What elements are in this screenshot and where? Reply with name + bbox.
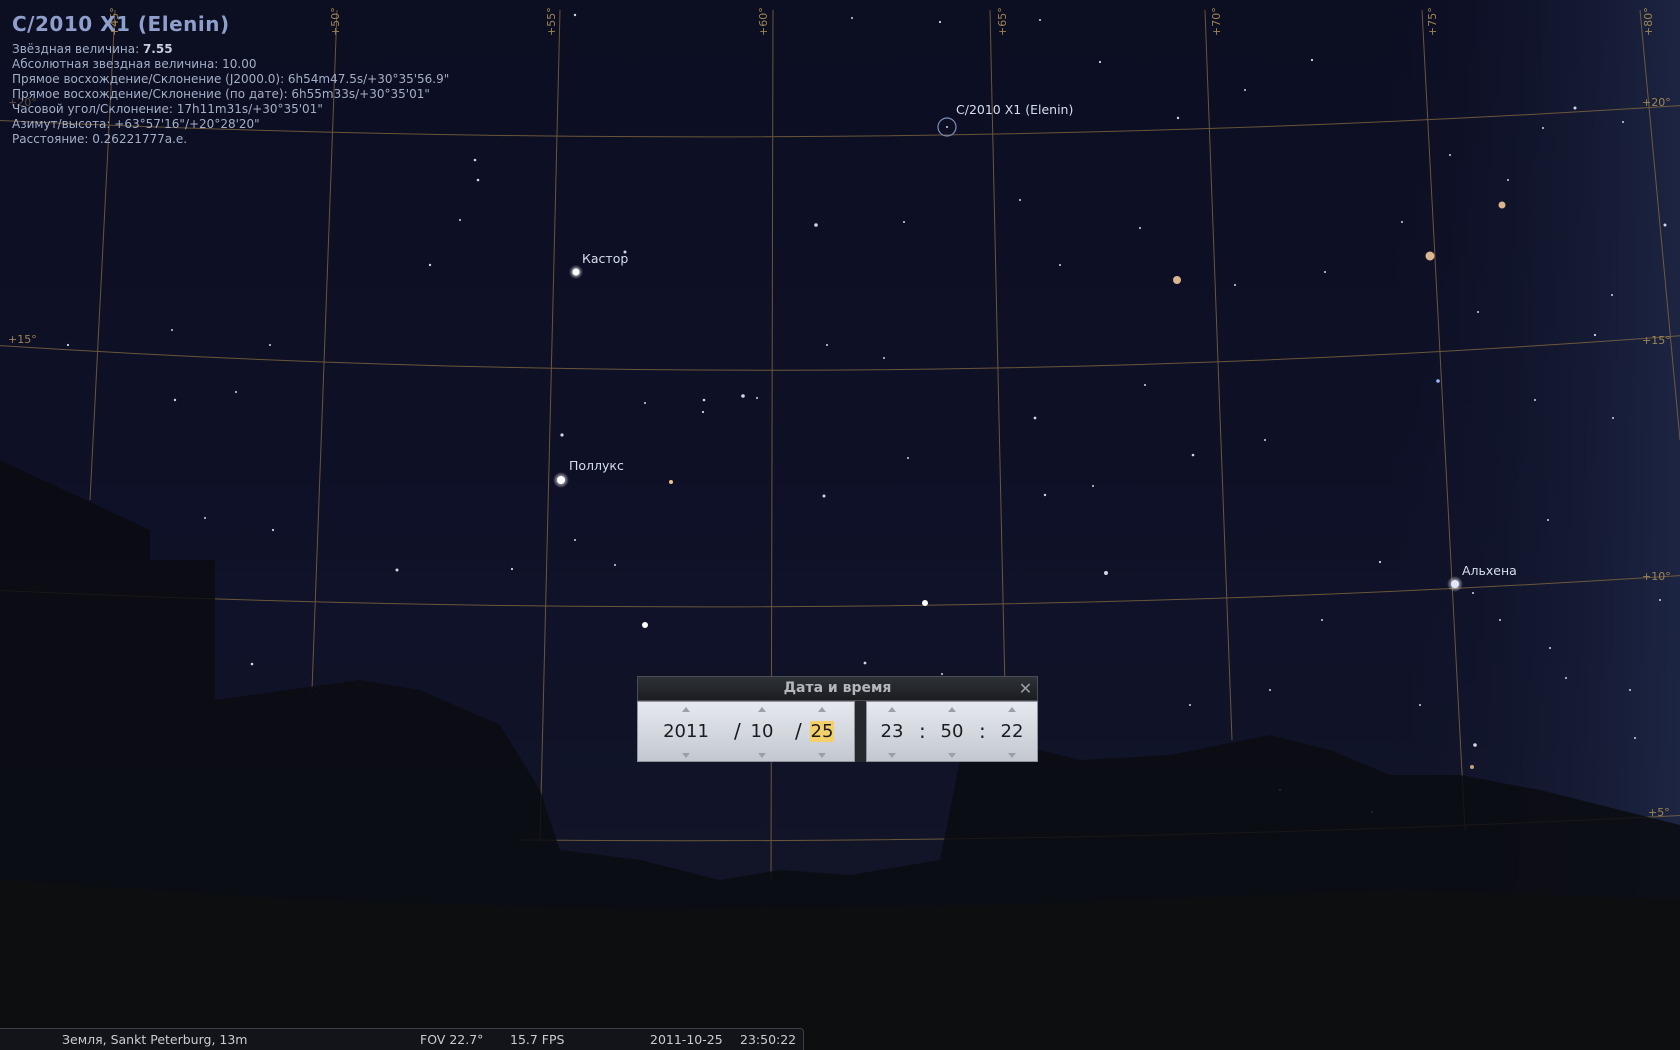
- time-panel: 23 : 50 : 22: [866, 701, 1038, 762]
- object-hour-angle: Часовой угол/Склонение: 17h11m31s/+30°35…: [12, 102, 323, 116]
- grid-label-alt-20-right: +20°: [1642, 96, 1671, 109]
- hour-spinbox[interactable]: 23: [875, 702, 909, 763]
- grid-label-az-55: +55°: [545, 7, 558, 36]
- second-up-arrow-icon[interactable]: [1008, 707, 1016, 712]
- minute-spinbox[interactable]: 50: [935, 702, 969, 763]
- dialog-title: Дата и время: [783, 680, 892, 696]
- object-distance: Расстояние: 0.26221777а.е.: [12, 132, 188, 146]
- object-info-panel: C/2010 X1 (Elenin) Звёздная величина: 7.…: [12, 12, 449, 147]
- dialog-title-bar[interactable]: Дата и время ✕: [637, 676, 1038, 701]
- status-bar: Земля, Sankt Peterburg, 13m FOV 22.7° 15…: [0, 1028, 804, 1050]
- day-up-arrow-icon[interactable]: [818, 707, 826, 712]
- year-value[interactable]: 2011: [650, 720, 722, 744]
- hour-down-arrow-icon[interactable]: [888, 753, 896, 758]
- day-value[interactable]: 25: [805, 720, 839, 744]
- second-spinbox[interactable]: 22: [995, 702, 1029, 763]
- star-label-alhena[interactable]: Альхена: [1462, 563, 1517, 578]
- month-up-arrow-icon[interactable]: [758, 707, 766, 712]
- grid-label-az-70: +70°: [1210, 7, 1223, 36]
- object-az-alt: Азимут/высота: +63°57'16"/+20°28'20": [12, 117, 260, 131]
- year-down-arrow-icon[interactable]: [682, 753, 690, 758]
- status-location[interactable]: Земля, Sankt Peterburg, 13m: [62, 1032, 247, 1047]
- date-panel: 2011 / 10 / 25: [637, 701, 855, 762]
- time-separator: :: [979, 719, 986, 743]
- day-down-arrow-icon[interactable]: [818, 753, 826, 758]
- date-separator: /: [795, 719, 802, 743]
- grid-label-alt-10-right: +10°: [1642, 570, 1671, 583]
- date-separator: /: [734, 719, 741, 743]
- minute-value[interactable]: 50: [935, 720, 969, 744]
- grid-label-az-80: +80°: [1642, 7, 1655, 36]
- hour-value[interactable]: 23: [875, 720, 909, 744]
- time-separator: :: [919, 719, 926, 743]
- minute-down-arrow-icon[interactable]: [948, 753, 956, 758]
- star-label-castor[interactable]: Кастор: [582, 251, 628, 266]
- grid-label-alt-5-right: +5°: [1648, 806, 1670, 819]
- date-time-dialog[interactable]: Дата и время ✕ 2011 / 10 / 25 23 : 50: …: [637, 676, 1038, 762]
- grid-label-alt-15-right: +15°: [1642, 334, 1671, 347]
- year-up-arrow-icon[interactable]: [682, 707, 690, 712]
- grid-label-az-65: +65°: [996, 7, 1009, 36]
- panel-divider: [855, 701, 866, 762]
- object-abs-magnitude: Абсолютная звездная величина: 10.00: [12, 57, 257, 71]
- object-title: C/2010 X1 (Elenin): [12, 12, 230, 36]
- object-magnitude: Звёздная величина: 7.55: [12, 42, 173, 56]
- comet-label[interactable]: C/2010 X1 (Elenin): [956, 102, 1073, 117]
- star-label-pollux[interactable]: Поллукс: [569, 458, 624, 473]
- grid-label-alt-15-left: +15°: [8, 333, 37, 346]
- object-ra-dec-j2000: Прямое восхождение/Склонение (J2000.0): …: [12, 72, 450, 86]
- second-value[interactable]: 22: [995, 720, 1029, 744]
- year-spinbox[interactable]: 2011: [650, 702, 722, 763]
- hour-up-arrow-icon[interactable]: [888, 707, 896, 712]
- month-spinbox[interactable]: 10: [745, 702, 779, 763]
- day-spinbox[interactable]: 25: [805, 702, 839, 763]
- second-down-arrow-icon[interactable]: [1008, 753, 1016, 758]
- status-fov: FOV 22.7°: [420, 1032, 484, 1047]
- status-time[interactable]: 23:50:22: [740, 1032, 796, 1047]
- sky-view[interactable]: [0, 0, 1680, 1050]
- month-value[interactable]: 10: [745, 720, 779, 744]
- minute-up-arrow-icon[interactable]: [948, 707, 956, 712]
- object-ra-dec-date: Прямое восхождение/Склонение (по дате): …: [12, 87, 430, 101]
- status-fps: 15.7 FPS: [510, 1032, 565, 1047]
- close-icon[interactable]: ✕: [1017, 680, 1034, 697]
- grid-label-az-60: +60°: [757, 7, 770, 36]
- status-date[interactable]: 2011-10-25: [650, 1032, 723, 1047]
- grid-label-az-75: +75°: [1426, 7, 1439, 36]
- month-down-arrow-icon[interactable]: [758, 753, 766, 758]
